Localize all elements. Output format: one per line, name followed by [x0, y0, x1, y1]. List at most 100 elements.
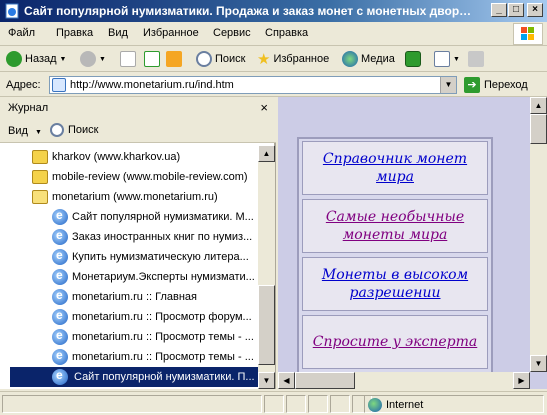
title-bar: Сайт популярной нумизматики. Продажа и з…: [0, 0, 547, 22]
history-folder-item[interactable]: kharkov (www.kharkov.ua): [32, 147, 180, 167]
nav-cell: Самые необычные монеты мира: [302, 199, 488, 253]
content-scrollbar[interactable]: ▲ ▼: [530, 97, 547, 372]
history-item-label: monetarium.ru :: Просмотр темы - ...: [72, 351, 254, 363]
nav-cell: Справочник монет мира: [302, 141, 488, 195]
history-item-label: monetarium (www.monetarium.ru): [52, 191, 218, 203]
nav-table: Справочник монет мира Самые необычные мо…: [297, 137, 493, 377]
folder-icon: [32, 170, 48, 184]
history-scrollbar[interactable]: ▲ ▼: [258, 145, 275, 389]
window-title: Сайт популярной нумизматики. Продажа и з…: [24, 4, 474, 18]
scroll-right-button[interactable]: ▶: [513, 372, 530, 389]
unusual-coins-link[interactable]: Самые необычные монеты мира: [305, 208, 485, 244]
address-label: Адрес:: [6, 79, 41, 91]
page-content: Справочник монет мира Самые необычные мо…: [278, 97, 547, 389]
history-view-button[interactable]: Вид ▼: [8, 125, 42, 137]
go-button[interactable]: ➔ Переход: [464, 77, 528, 93]
history-folder-item[interactable]: mobile-review (www.mobile-review.com): [32, 167, 248, 187]
address-bar: Адрес: http://www.monetarium.ru/ind.htm …: [0, 73, 547, 97]
search-button[interactable]: Поиск: [196, 50, 245, 68]
hscroll-thumb[interactable]: [295, 372, 355, 389]
content-hscrollbar[interactable]: ◀ ▶: [278, 372, 530, 389]
history-page-item[interactable]: Заказ иностранных книг по нумиз...: [52, 227, 252, 247]
stop-icon: [120, 51, 136, 67]
zone-label: Internet: [386, 399, 424, 411]
status-segment: [330, 395, 350, 413]
scroll-left-button[interactable]: ◀: [278, 372, 295, 389]
menu-edit[interactable]: Правка: [56, 27, 93, 39]
history-close-button[interactable]: ×: [260, 100, 268, 115]
go-label: Переход: [484, 79, 528, 91]
menu-favorites[interactable]: Избранное: [143, 27, 199, 39]
chevron-down-icon: ▼: [59, 55, 67, 63]
scroll-up-button[interactable]: ▲: [530, 97, 547, 114]
history-view-label: Вид: [8, 125, 28, 137]
address-dropdown-button[interactable]: ▼: [440, 77, 456, 93]
history-search-button[interactable]: Поиск: [50, 123, 98, 137]
mail-button[interactable]: ▼: [434, 50, 460, 68]
history-page-item[interactable]: Купить нумизматическую литера...: [52, 247, 249, 267]
history-page-item-selected[interactable]: Сайт популярной нумизматики. П...: [10, 367, 258, 387]
favorites-button[interactable]: ★ Избранное: [257, 50, 329, 68]
history-page-item[interactable]: monetarium.ru :: Просмотр темы - ...: [52, 327, 254, 347]
scroll-up-button[interactable]: ▲: [258, 145, 275, 162]
favorites-label: Избранное: [273, 53, 330, 65]
history-page-item[interactable]: monetarium.ru :: Главная: [52, 287, 197, 307]
maximize-button[interactable]: □: [508, 3, 524, 17]
scroll-thumb[interactable]: [530, 114, 547, 144]
ie-page-icon: [52, 288, 68, 305]
home-button[interactable]: [166, 50, 182, 68]
close-button[interactable]: ×: [527, 3, 543, 17]
history-folder-item[interactable]: monetarium (www.monetarium.ru): [32, 187, 218, 207]
search-label: Поиск: [215, 53, 246, 65]
magnifier-icon: [196, 51, 212, 67]
history-button[interactable]: [405, 50, 421, 68]
ie-page-icon: [4, 3, 20, 19]
page-icon: [52, 78, 66, 92]
coin-catalog-link[interactable]: Справочник монет мира: [305, 150, 485, 186]
history-page-item[interactable]: monetarium.ru :: Просмотр темы - ...: [52, 347, 254, 367]
print-button[interactable]: [468, 50, 484, 68]
scroll-down-button[interactable]: ▼: [258, 372, 275, 389]
status-segment: [264, 395, 284, 413]
menu-help[interactable]: Справка: [265, 27, 308, 39]
history-toolbar: Вид ▼ Поиск: [0, 119, 276, 143]
ie-page-icon: [52, 228, 68, 245]
address-input[interactable]: http://www.monetarium.ru/ind.htm ▼: [49, 76, 457, 94]
nav-cell: Монеты в высоком разрешении: [302, 257, 488, 311]
minimize-button[interactable]: _: [491, 3, 507, 17]
history-page-item[interactable]: monetarium.ru :: Просмотр форум...: [52, 307, 252, 327]
security-zone: Internet: [368, 398, 423, 412]
history-search-label: Поиск: [68, 124, 99, 136]
ie-page-icon: [52, 308, 68, 325]
menu-file[interactable]: Файл: [8, 27, 35, 39]
history-item-label: monetarium.ru :: Главная: [72, 291, 198, 303]
refresh-button[interactable]: [144, 50, 160, 68]
history-item-label: kharkov (www.kharkov.ua): [52, 151, 181, 163]
history-tree: kharkov (www.kharkov.ua) mobile-review (…: [0, 145, 258, 389]
history-page-item[interactable]: Сайт популярной нумизматики. М...: [52, 207, 254, 227]
scroll-thumb[interactable]: [258, 285, 275, 365]
menu-view[interactable]: Вид: [108, 27, 128, 39]
high-res-coins-link[interactable]: Монеты в высоком разрешении: [305, 266, 485, 302]
nav-cell: Спросите у эксперта: [302, 315, 488, 369]
stop-button[interactable]: [120, 50, 136, 68]
back-arrow-icon: [6, 51, 22, 67]
ie-page-icon: [52, 348, 68, 365]
refresh-icon: [144, 51, 160, 67]
history-item-label: monetarium.ru :: Просмотр темы - ...: [72, 331, 254, 343]
menu-tools[interactable]: Сервис: [213, 27, 251, 39]
internet-globe-icon: [368, 398, 382, 412]
chevron-down-icon: ▼: [453, 55, 460, 63]
back-button[interactable]: Назад ▼: [6, 50, 66, 68]
history-pane: Журнал × Вид ▼ Поиск kharkov (www.kharko…: [0, 97, 276, 389]
history-page-item[interactable]: Монетариум.Эксперты нумизмати...: [52, 267, 255, 287]
ask-expert-link[interactable]: Спросите у эксперта: [313, 333, 478, 351]
history-item-label: Заказ иностранных книг по нумиз...: [72, 231, 253, 243]
open-folder-icon: [32, 190, 48, 204]
forward-button[interactable]: ▼: [80, 50, 106, 68]
media-button[interactable]: Медиа: [342, 50, 395, 68]
scroll-down-button[interactable]: ▼: [530, 355, 547, 372]
printer-icon: [468, 51, 484, 67]
history-item-label: Купить нумизматическую литера...: [72, 251, 249, 263]
chevron-down-icon: ▼: [34, 129, 42, 136]
